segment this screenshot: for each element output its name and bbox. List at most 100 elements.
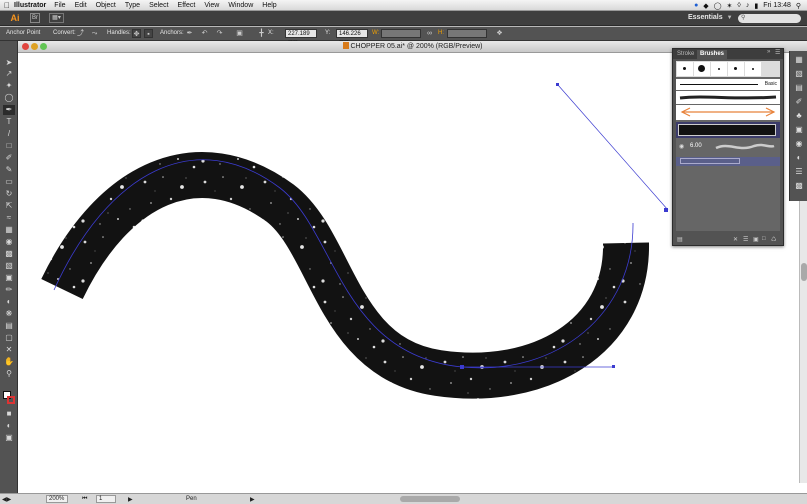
zoom-window-icon[interactable] bbox=[40, 43, 47, 50]
graphic-styles-icon[interactable]: ▣ bbox=[794, 125, 804, 135]
x-coordinate-field[interactable]: 227.189 mm bbox=[285, 29, 317, 46]
connect-path-icon[interactable]: ↶ bbox=[200, 29, 209, 38]
menu-object[interactable]: Object bbox=[96, 2, 116, 9]
tab-stroke[interactable]: Stroke bbox=[674, 50, 697, 59]
eyedropper-tool-icon[interactable]: ✏ bbox=[3, 285, 15, 295]
menu-type[interactable]: Type bbox=[125, 2, 140, 9]
eraser-tool-icon[interactable]: ▭ bbox=[3, 177, 15, 187]
brush-thumb-medium[interactable] bbox=[728, 62, 744, 76]
anchor-point-end[interactable] bbox=[664, 208, 668, 212]
draw-mode-icon[interactable]: ◐ bbox=[3, 421, 15, 431]
selection-tool-icon[interactable]: ➤ bbox=[3, 58, 15, 68]
width-field[interactable] bbox=[381, 29, 421, 38]
brush-thumb-small[interactable] bbox=[677, 62, 693, 76]
delete-brush-icon[interactable]: ♺ bbox=[771, 236, 776, 243]
spotlight-icon[interactable]: ⚲ bbox=[796, 2, 801, 10]
collapse-panel-icon[interactable]: » bbox=[767, 49, 770, 55]
artboard-tool-icon[interactable]: ▢ bbox=[3, 333, 15, 343]
menu-effect[interactable]: Effect bbox=[178, 2, 196, 9]
remove-anchor-icon[interactable]: ✒ bbox=[185, 29, 194, 38]
width-tool-icon[interactable]: ≈ bbox=[3, 213, 15, 223]
apple-menu-icon[interactable]:  bbox=[0, 1, 14, 10]
mesh-tool-icon[interactable]: ▧ bbox=[3, 261, 15, 271]
color-panel-icon[interactable]: ▦ bbox=[794, 55, 804, 65]
status-menu-icon[interactable]: ▶ bbox=[250, 496, 255, 503]
menubar-clock[interactable]: Fri 13:48 bbox=[763, 2, 791, 9]
direction-handle-point-top[interactable] bbox=[556, 83, 559, 86]
status-app-icon[interactable]: ● bbox=[694, 2, 698, 9]
time-machine-icon[interactable]: ◯ bbox=[714, 2, 722, 10]
artboard-number-field[interactable]: 1 bbox=[96, 495, 116, 503]
menu-app-name[interactable]: Illustrator bbox=[14, 2, 46, 9]
artboards-panel-icon[interactable]: ▩ bbox=[794, 181, 804, 191]
brushes-panel-icon[interactable]: ✐ bbox=[794, 97, 804, 107]
pencil-tool-icon[interactable]: ✎ bbox=[3, 165, 15, 175]
show-handles-icon[interactable]: ✥ bbox=[132, 29, 141, 38]
new-brush-icon[interactable]: □ bbox=[762, 236, 766, 242]
close-window-icon[interactable] bbox=[22, 43, 29, 50]
anchor-point-bottom[interactable] bbox=[460, 365, 464, 369]
artboard-nav-icon[interactable]: ◀▶ bbox=[2, 496, 11, 503]
stroke-swatch[interactable] bbox=[7, 396, 15, 404]
convert-to-corner-icon[interactable]: ⤴ bbox=[76, 29, 85, 38]
direct-selection-tool-icon[interactable]: ↗ bbox=[3, 69, 15, 79]
brush-libraries-icon[interactable]: ▤ bbox=[677, 236, 683, 243]
vertical-scroll-thumb[interactable] bbox=[801, 263, 807, 281]
pen-tool-icon[interactable]: ✒ bbox=[3, 105, 15, 115]
brush-thumb-large[interactable] bbox=[694, 62, 710, 76]
symbol-sprayer-tool-icon[interactable]: ❋ bbox=[3, 309, 15, 319]
brush-size-row[interactable]: ◉ 6.00 bbox=[676, 140, 780, 154]
scale-tool-icon[interactable]: ⇱ bbox=[3, 201, 15, 211]
transform-icon[interactable]: ❖ bbox=[495, 29, 504, 38]
color-guide-icon[interactable]: ▧ bbox=[794, 69, 804, 79]
menu-window[interactable]: Window bbox=[228, 2, 253, 9]
next-artboard-icon[interactable]: ▶ bbox=[128, 496, 133, 503]
menu-file[interactable]: File bbox=[54, 2, 65, 9]
zoom-tool-icon[interactable]: ⚲ bbox=[3, 369, 15, 379]
brush-library-list[interactable]: Basic ◉ 6.00 bbox=[676, 61, 780, 231]
column-graph-tool-icon[interactable]: ▤ bbox=[3, 321, 15, 331]
color-mode-icon[interactable]: ■ bbox=[3, 409, 15, 419]
speckle-brush-stroke[interactable] bbox=[41, 152, 650, 399]
direction-handle-point-bottom[interactable] bbox=[612, 365, 615, 368]
rotate-tool-icon[interactable]: ↻ bbox=[3, 189, 15, 199]
convert-to-smooth-icon[interactable]: ⤳ bbox=[90, 29, 99, 38]
transparency-panel-icon[interactable]: ◐ bbox=[794, 153, 804, 163]
type-tool-icon[interactable]: T bbox=[3, 117, 15, 127]
height-field[interactable] bbox=[447, 29, 487, 38]
screen-mode-icon[interactable]: ▣ bbox=[3, 433, 15, 443]
brush-pattern[interactable] bbox=[676, 157, 780, 166]
go-to-bridge-button[interactable]: Br bbox=[30, 13, 40, 23]
panel-menu-icon[interactable]: ☰ bbox=[775, 49, 780, 56]
tab-brushes[interactable]: Brushes bbox=[697, 50, 728, 59]
perspective-grid-tool-icon[interactable]: ▩ bbox=[3, 249, 15, 259]
menu-help[interactable]: Help bbox=[262, 2, 276, 9]
wifi-icon[interactable]: ◊ bbox=[737, 2, 740, 9]
stroke-options-icon[interactable]: ▣ bbox=[753, 236, 759, 243]
layers-panel-icon[interactable]: ☰ bbox=[794, 167, 804, 177]
help-search-input[interactable]: ⚲ bbox=[738, 14, 801, 23]
menu-select[interactable]: Select bbox=[149, 2, 168, 9]
lasso-tool-icon[interactable]: ◯ bbox=[3, 93, 15, 103]
arrange-documents-button[interactable]: ▦▾ bbox=[49, 13, 64, 23]
brush-arrow[interactable] bbox=[676, 105, 780, 120]
first-artboard-icon[interactable]: ⏮ bbox=[82, 496, 87, 503]
hide-handles-icon[interactable]: ▪ bbox=[144, 29, 153, 38]
volume-icon[interactable]: ♪ bbox=[746, 2, 750, 9]
align-anchor-icon[interactable]: ╋ bbox=[257, 29, 266, 38]
horizontal-scroll-thumb[interactable] bbox=[400, 496, 460, 502]
zoom-level-field[interactable]: 200% bbox=[46, 495, 68, 503]
shape-builder-tool-icon[interactable]: ◉ bbox=[3, 237, 15, 247]
paintbrush-tool-icon[interactable]: ✐ bbox=[3, 153, 15, 163]
link-proportions-icon[interactable]: ∞ bbox=[425, 29, 434, 38]
brush-thumb-point[interactable] bbox=[745, 62, 761, 76]
swatches-panel-icon[interactable]: ▤ bbox=[794, 83, 804, 93]
dropbox-icon[interactable]: ◆ bbox=[703, 2, 708, 10]
brush-charcoal[interactable] bbox=[676, 91, 780, 104]
brush-speckle-selected[interactable] bbox=[676, 122, 780, 138]
battery-icon[interactable]: ▮ bbox=[754, 2, 758, 10]
minimize-window-icon[interactable] bbox=[31, 43, 38, 50]
y-coordinate-field[interactable]: 146.226 mm bbox=[336, 29, 368, 46]
remove-brush-stroke-icon[interactable]: ✕ bbox=[733, 236, 738, 243]
cut-path-icon[interactable]: ↷ bbox=[215, 29, 224, 38]
